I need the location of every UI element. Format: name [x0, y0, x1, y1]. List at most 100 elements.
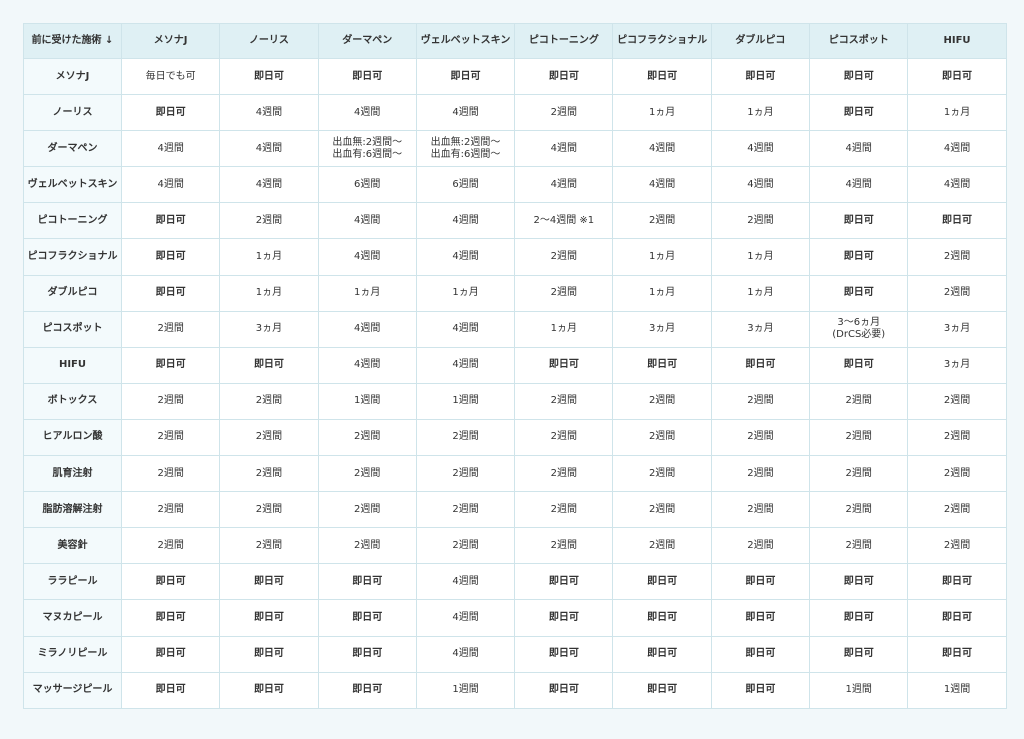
row-header: ボトックス: [23, 382, 122, 420]
table-cell: 即日可: [219, 346, 319, 384]
table-cell: 2週間: [612, 202, 712, 240]
table-cell: 即日可: [907, 563, 1007, 601]
table-cell: 2週間: [120, 382, 221, 420]
table-cell: 即日可: [710, 635, 811, 673]
row-header: 肌育注射: [23, 455, 122, 493]
row-header: メソナJ: [23, 57, 122, 96]
row-header: マッサージピール: [23, 671, 122, 709]
table-cell: 2週間: [514, 418, 614, 457]
table-cell: 2週間: [219, 202, 319, 240]
table-cell: 即日可: [120, 635, 221, 673]
table-cell: 4週間: [907, 130, 1007, 168]
table-cell: 2週間: [317, 455, 417, 493]
table-cell: 2週間: [612, 527, 712, 565]
column-header: ピコフラクショナル: [612, 23, 712, 59]
table-cell: 2週間: [710, 202, 811, 240]
table-cell: 即日可: [415, 57, 516, 96]
table-cell: 2週間: [907, 382, 1007, 420]
table-row: HIFU 即日可 即日可 4週間 4週間 即日可 即日可 即日可 即日可 3ヵ月: [23, 346, 1007, 384]
table-cell: 2週間: [612, 418, 712, 457]
column-header: ヴェルベットスキン: [415, 23, 516, 59]
table-cell: 4週間: [415, 310, 516, 348]
table-cell: 2週間: [612, 455, 712, 493]
column-header: HIFU: [907, 23, 1007, 59]
table-cell: 即日可: [317, 563, 417, 601]
table-cell: 2週間: [907, 274, 1007, 312]
table-cell: 2〜4週間 ※1: [514, 202, 614, 240]
table-cell: 4週間: [317, 94, 417, 132]
table-cell: 2週間: [120, 418, 221, 457]
table-cell: 1ヵ月: [219, 274, 319, 312]
table-cell: 1週間: [317, 382, 417, 420]
row-header: 脂肪溶解注射: [23, 491, 122, 529]
table-cell: 2週間: [219, 455, 319, 493]
table-cell: 2週間: [809, 527, 909, 565]
table-cell: 2週間: [907, 527, 1007, 565]
treatment-interval-table: 前に受けた施術 ↓ メソナJ ノーリス ダーマペン ヴェルベットスキン ピコトーニングピ…: [23, 23, 1007, 709]
corner-header: 前に受けた施術 ↓: [23, 23, 122, 59]
table-cell: 即日可: [612, 599, 712, 637]
table-cell: 即日可: [120, 671, 221, 709]
table-cell: 即日可: [907, 202, 1007, 240]
table-cell: 出血無:2週間〜 出血有:6週間〜: [415, 130, 516, 168]
table-row: メソナJ 毎日でも可 即日可 即日可 即日可 即日可 即日可 即日可 即日可 即日可: [23, 57, 1007, 96]
table-cell: 4週間: [120, 130, 221, 168]
table-cell: 即日可: [219, 57, 319, 96]
table-cell: 2週間: [809, 455, 909, 493]
table-cell: 2週間: [710, 455, 811, 493]
interval-table-container: 前に受けた施術 ↓ メソナJ ノーリス ダーマペン ヴェルベットスキン ピコトーニングピ…: [23, 23, 1007, 709]
table-cell: 2週間: [907, 238, 1007, 276]
table-row: ヴェルベットスキン 4週間 4週間 6週間 6週間 4週間 4週間 4週間 4週間 4週間: [23, 166, 1007, 204]
table-cell: 1ヵ月: [710, 238, 811, 276]
table-cell: 2週間: [907, 418, 1007, 457]
table-cell: 即日可: [120, 202, 221, 240]
table-cell: 即日可: [612, 563, 712, 601]
table-cell: 即日可: [710, 346, 811, 384]
table-cell: 3ヵ月: [710, 310, 811, 348]
table-cell: 4週間: [415, 202, 516, 240]
row-header: ピコフラクショナル: [23, 238, 122, 276]
table-cell: 4週間: [809, 166, 909, 204]
table-cell: 2週間: [415, 527, 516, 565]
table-cell: 即日可: [809, 599, 909, 637]
table-cell: 2週間: [317, 491, 417, 529]
table-row: 脂肪溶解注射 2週間 2週間 2週間 2週間 2週間 2週間 2週間 2週間 2週間: [23, 491, 1007, 529]
table-cell: 4週間: [120, 166, 221, 204]
table-cell: 4週間: [514, 130, 614, 168]
row-header: ダブルピコ: [23, 274, 122, 312]
table-cell: 即日可: [120, 94, 221, 132]
table-cell: 即日可: [514, 346, 614, 384]
row-header: ミラノリピール: [23, 635, 122, 673]
table-cell: 即日可: [219, 671, 319, 709]
table-cell: 即日可: [219, 599, 319, 637]
table-cell: 1ヵ月: [415, 274, 516, 312]
table-cell: 1ヵ月: [612, 94, 712, 132]
table-cell: 2週間: [907, 491, 1007, 529]
table-cell: 2週間: [710, 491, 811, 529]
table-row: マッサージピール 即日可 即日可 即日可 1週間 即日可 即日可 即日可 1週間 1週間: [23, 671, 1007, 709]
table-cell: 即日可: [317, 671, 417, 709]
table-cell: 即日可: [514, 635, 614, 673]
table-cell: 即日可: [514, 563, 614, 601]
table-cell: 2週間: [514, 238, 614, 276]
row-header: ヴェルベットスキン: [23, 166, 122, 204]
table-row: ミラノリピール 即日可 即日可 即日可 4週間 即日可 即日可 即日可 即日可 即日可: [23, 635, 1007, 673]
table-cell: 2週間: [710, 382, 811, 420]
row-header: ダーマペン: [23, 130, 122, 168]
table-cell: 即日可: [809, 346, 909, 384]
table-cell: 即日可: [710, 671, 811, 709]
table-cell: 2週間: [907, 455, 1007, 493]
table-cell: 即日可: [612, 671, 712, 709]
table-row: 美容針 2週間 2週間 2週間 2週間 2週間 2週間 2週間 2週間 2週間: [23, 527, 1007, 565]
table-cell: 4週間: [317, 238, 417, 276]
table-cell: 3〜6ヵ月 (DrCS必要): [809, 310, 909, 348]
table-cell: 2週間: [809, 382, 909, 420]
table-cell: 1ヵ月: [612, 238, 712, 276]
table-cell: 2週間: [415, 418, 516, 457]
table-cell: 4週間: [710, 166, 811, 204]
table-row: ピコフラクショナル 即日可 1ヵ月 4週間 4週間 2週間 1ヵ月 1ヵ月 即日可 2週間: [23, 238, 1007, 276]
column-header: メソナJ: [120, 23, 221, 59]
table-row: ボトックス 2週間 2週間 1週間 1週間 2週間 2週間 2週間 2週間 2週間: [23, 382, 1007, 420]
table-cell: 即日可: [809, 94, 909, 132]
table-cell: 即日可: [219, 635, 319, 673]
